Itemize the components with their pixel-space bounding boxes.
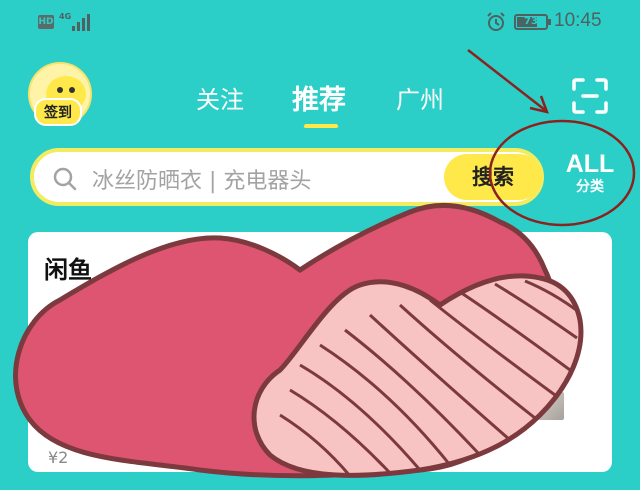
scan-icon[interactable] (572, 78, 608, 114)
card-title: 闲鱼 (44, 256, 92, 284)
battery-percent: 73 (524, 16, 538, 27)
checkin-button[interactable]: 签到 (34, 98, 82, 126)
status-bar: HD 4G 73 10:45 (0, 0, 640, 46)
search-button[interactable]: 搜索 (444, 154, 542, 200)
category-label: 分类 (576, 179, 604, 195)
tab-guangzhou[interactable]: 广州 (396, 80, 444, 115)
all-category-button[interactable]: ALL 分类 (560, 150, 620, 202)
feed-card[interactable]: 闲鱼 ¥2 (28, 232, 612, 472)
all-label: ALL (565, 150, 615, 178)
search-input[interactable]: 冰丝防晒衣 | 充电器头 (92, 163, 311, 195)
alarm-icon (487, 12, 505, 31)
active-tab-indicator (303, 122, 339, 128)
annotation-arrow (467, 49, 546, 111)
tab-follow[interactable]: 关注 (196, 80, 244, 115)
tab-recommend[interactable]: 推荐 (292, 78, 346, 117)
signal-icon (68, 13, 90, 31)
search-icon (53, 167, 77, 191)
hd-badge: HD (38, 15, 54, 29)
product-thumbnail[interactable] (538, 392, 564, 420)
price-text: ¥2 (48, 448, 69, 467)
search-bar[interactable]: 冰丝防晒衣 | 充电器头 搜索 (30, 148, 544, 206)
battery-icon: 73 (514, 14, 551, 30)
clock: 10:45 (554, 10, 602, 31)
